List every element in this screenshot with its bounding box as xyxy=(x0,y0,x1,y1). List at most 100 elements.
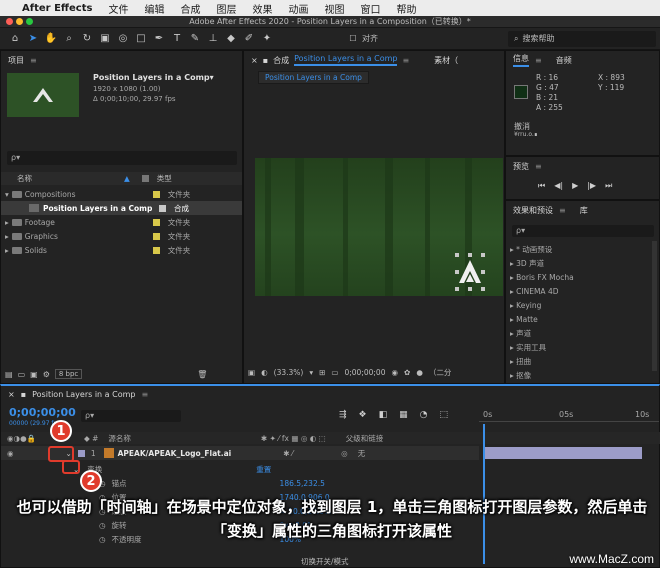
zoom-window-button[interactable] xyxy=(26,18,33,25)
menu-app-name[interactable]: After Effects xyxy=(22,3,92,14)
frame-blending-icon[interactable]: ▦ xyxy=(399,410,408,420)
new-comp-icon[interactable]: ▣ xyxy=(30,370,38,379)
puppet-tool-icon[interactable]: ✦ xyxy=(260,32,274,46)
property-row[interactable]: ◷ 锚点 186.5,232.5 xyxy=(1,476,325,490)
transform-row[interactable]: ⌄ 变换 重置 xyxy=(1,462,271,476)
home-icon[interactable]: ⌂ xyxy=(8,32,22,46)
sort-arrow-icon[interactable]: ▲ xyxy=(124,174,130,183)
parent-dropdown[interactable]: 无 xyxy=(358,448,366,459)
stamp-tool-icon[interactable]: ⊥ xyxy=(206,32,220,46)
minimize-window-button[interactable] xyxy=(16,18,23,25)
always-preview-icon[interactable]: ▣ xyxy=(248,368,255,377)
effect-category[interactable]: ▸ 扭曲 xyxy=(510,355,574,369)
layer-label-swatch[interactable] xyxy=(77,449,85,457)
timeline-tab[interactable]: Position Layers in a Comp xyxy=(32,390,135,399)
project-item[interactable]: ▸ Graphics 文件夹 xyxy=(1,229,242,243)
project-search-input[interactable]: ρ▾ xyxy=(7,151,237,165)
timeline-search-input[interactable]: ρ▾ xyxy=(81,410,181,422)
menu-composition[interactable]: 合成 xyxy=(180,1,200,16)
selection-tool-icon[interactable]: ➤ xyxy=(26,32,40,46)
effects-scrollbar[interactable] xyxy=(652,241,657,371)
zoom-tool-icon[interactable]: ⌕ xyxy=(62,32,76,46)
snapshot-icon[interactable]: ◉ xyxy=(391,368,398,377)
zoom-dropdown[interactable]: (33.3%) xyxy=(274,368,304,377)
close-tab-icon[interactable]: × xyxy=(8,390,15,399)
draft-3d-icon[interactable]: ❖ xyxy=(359,410,367,420)
menu-layer[interactable]: 图层 xyxy=(216,1,236,16)
chevron-down-icon[interactable]: ▾ xyxy=(309,368,313,377)
hide-shy-icon[interactable]: ◧ xyxy=(379,410,388,420)
menu-file[interactable]: 文件 xyxy=(108,1,128,16)
label-swatch[interactable] xyxy=(152,246,160,254)
toggle-switches-modes[interactable]: 切换开关/模式 xyxy=(301,556,349,567)
project-item-selected[interactable]: Position Layers in a Comp 合成 xyxy=(1,201,242,215)
vr-icon[interactable]: ◐ xyxy=(261,368,268,377)
trash-icon[interactable]: 🗑 xyxy=(197,370,207,379)
comp-viewer[interactable] xyxy=(255,158,503,296)
align-checkbox-icon[interactable]: ☐ xyxy=(346,32,360,46)
effect-category[interactable]: ▸ 3D 声道 xyxy=(510,257,574,271)
layer-duration-bar[interactable] xyxy=(485,447,642,459)
lock-icon[interactable]: ▪ xyxy=(21,390,26,399)
camera-tool-icon[interactable]: ▣ xyxy=(98,32,112,46)
reset-link[interactable]: 重置 xyxy=(256,464,271,475)
effect-category[interactable]: ▸ 抠像 xyxy=(510,369,574,383)
label-swatch[interactable] xyxy=(152,190,160,198)
first-frame-icon[interactable]: ⏮ xyxy=(538,181,545,191)
source-name-column[interactable]: 源名称 xyxy=(108,433,131,444)
settings-icon[interactable]: ⚙ xyxy=(43,370,50,379)
label-swatch[interactable] xyxy=(159,204,166,212)
next-frame-icon[interactable]: |▶ xyxy=(587,181,596,191)
close-window-button[interactable] xyxy=(6,18,13,25)
eraser-tool-icon[interactable]: ◆ xyxy=(224,32,238,46)
show-snapshot-icon[interactable]: ✿ xyxy=(404,368,410,377)
info-tab[interactable]: 信息 xyxy=(513,53,529,67)
layer-name[interactable]: APEAK/APEAK_Logo_Flat.ai xyxy=(118,449,232,458)
panel-menu-icon[interactable]: ≡ xyxy=(30,56,37,65)
panel-menu-icon[interactable]: ≡ xyxy=(141,390,148,399)
label-swatch[interactable] xyxy=(152,218,160,226)
effects-search-input[interactable]: ρ▾ xyxy=(512,225,654,237)
interpret-footage-icon[interactable]: ▤ xyxy=(5,370,13,379)
lock-icon[interactable]: ▪ xyxy=(263,56,268,65)
effect-category[interactable]: ▸ 声道 xyxy=(510,327,574,341)
close-tab-icon[interactable]: × xyxy=(251,56,258,65)
roto-brush-icon[interactable]: ✐ xyxy=(242,32,256,46)
bpc-button[interactable]: 8 bpc xyxy=(54,369,83,379)
logo-layer-bounding-box[interactable] xyxy=(455,253,485,291)
panel-menu-icon[interactable]: ≡ xyxy=(535,162,542,171)
help-search-field[interactable]: ⌕ 搜索帮助 xyxy=(508,30,656,47)
column-name[interactable]: 名称 xyxy=(17,173,32,184)
resolution-dropdown[interactable]: （二分 xyxy=(429,367,452,378)
menu-animation[interactable]: 动画 xyxy=(288,1,308,16)
parent-pickwhip-icon[interactable]: ◎ xyxy=(341,449,348,458)
menu-view[interactable]: 视图 xyxy=(324,1,344,16)
av-switches-icon[interactable]: ◉◑●🔒 xyxy=(7,434,36,443)
effect-category[interactable]: ▸ Boris FX Mocha xyxy=(510,271,574,285)
comp-flowchart-icon[interactable]: ⇶ xyxy=(339,410,347,420)
menu-window[interactable]: 窗口 xyxy=(360,1,380,16)
effect-category[interactable]: ▸ Keying xyxy=(510,299,574,313)
comp-tab-name[interactable]: Position Layers in a Comp xyxy=(294,54,398,66)
footage-tab[interactable]: 素材（ xyxy=(434,55,458,66)
parent-column[interactable]: 父级和链接 xyxy=(346,433,384,444)
effects-tab[interactable]: 效果和预设 xyxy=(513,205,553,216)
comp-breadcrumb[interactable]: Position Layers in a Comp xyxy=(258,71,369,84)
property-value[interactable]: 186.5,232.5 xyxy=(280,479,325,488)
effect-category[interactable]: ▸ 实用工具 xyxy=(510,341,574,355)
effect-category[interactable]: ▸ * 动画预设 xyxy=(510,243,574,257)
panel-menu-icon[interactable]: ≡ xyxy=(559,206,566,215)
previous-frame-icon[interactable]: ◀| xyxy=(554,181,563,191)
panel-menu-icon[interactable]: ≡ xyxy=(402,56,409,65)
label-column-icon[interactable]: ◆ # xyxy=(84,434,98,443)
library-tab[interactable]: 库 xyxy=(580,205,588,216)
channel-icon[interactable]: ● xyxy=(416,368,423,377)
rectangle-tool-icon[interactable]: □ xyxy=(134,32,148,46)
rotate-tool-icon[interactable]: ↻ xyxy=(80,32,94,46)
region-icon[interactable]: ▭ xyxy=(331,368,338,377)
column-type[interactable]: 类型 xyxy=(157,173,172,184)
panel-menu-icon[interactable]: ≡ xyxy=(535,56,542,65)
project-item[interactable]: ▾ Compositions 文件夹 xyxy=(1,187,242,201)
eye-icon[interactable]: ◉ xyxy=(7,449,14,458)
pan-behind-tool-icon[interactable]: ◎ xyxy=(116,32,130,46)
